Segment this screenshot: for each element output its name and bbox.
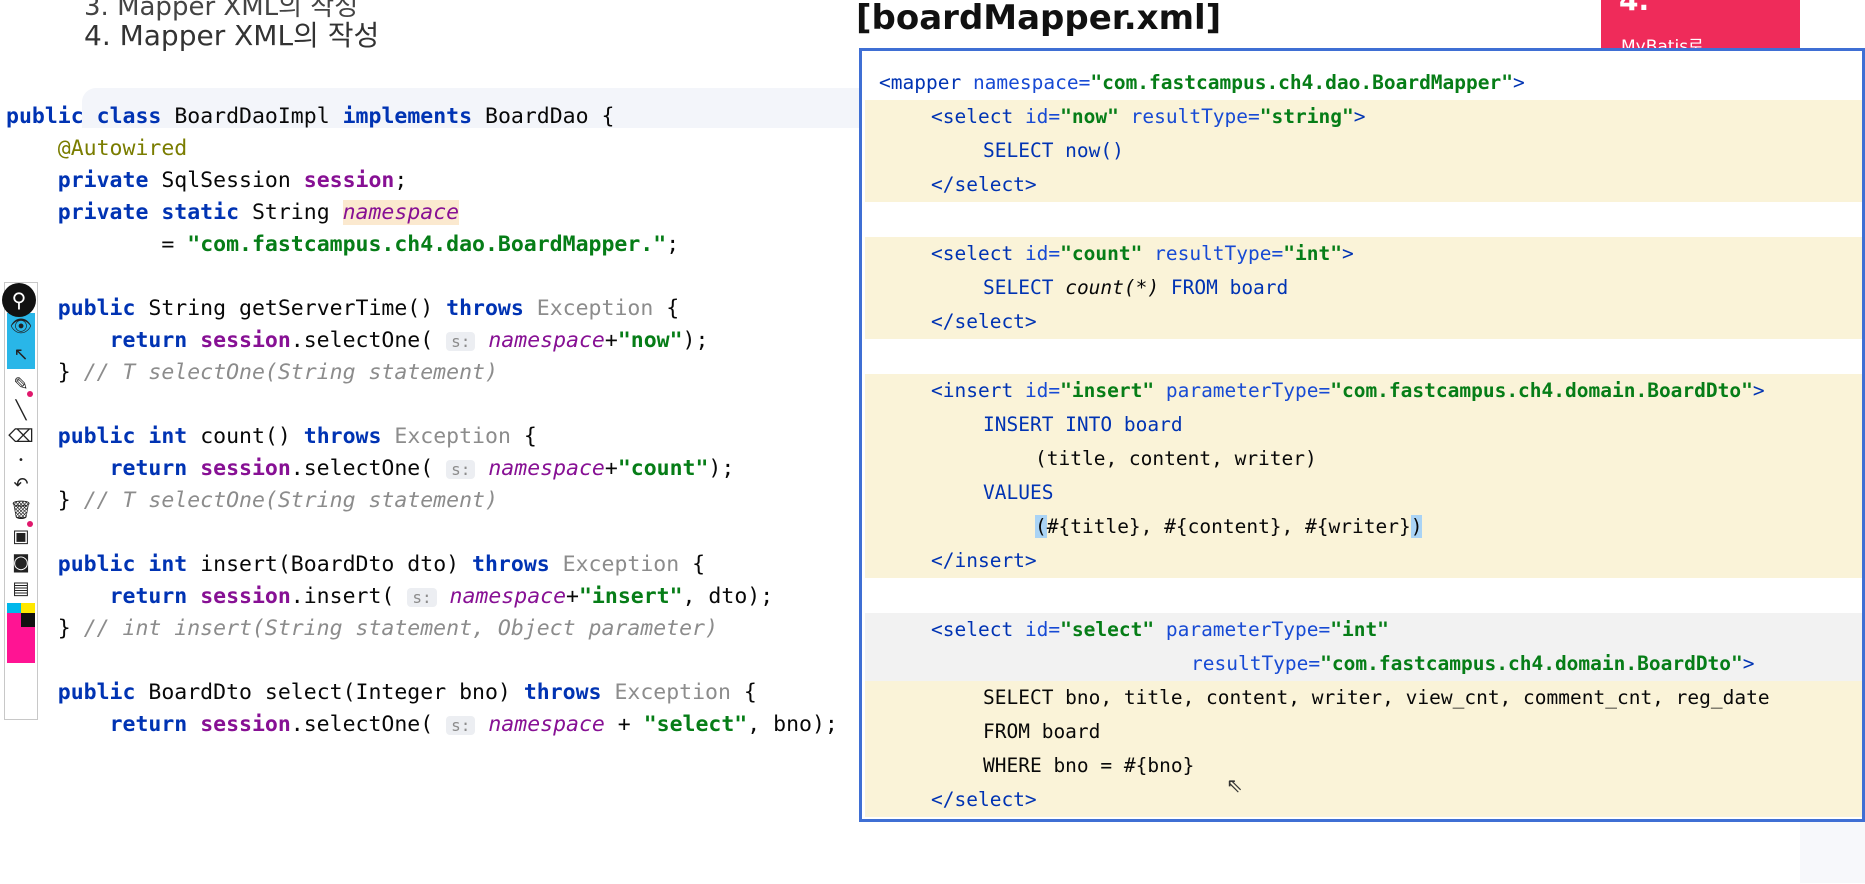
xml-line-insert-close: </insert> (931, 549, 1037, 572)
code-line-class-decl: public class BoardDaoImpl implements Boa… (6, 104, 615, 129)
xml-line-select-open: <select id="count" resultType="int"> (931, 242, 1354, 265)
code-line-namespace-field: private static String namespace (57, 200, 460, 225)
xml-line-sql: SELECT bno, title, content, writer, view… (983, 686, 1770, 709)
color-swatch-row2[interactable] (7, 613, 35, 627)
code-line-close: } // T selectOne(String statement) (57, 488, 498, 513)
color-swatch-row1[interactable] (7, 603, 35, 613)
xml-line-sql: WHERE bno = #{bno} (983, 754, 1195, 777)
badge-number: 4. (1619, 0, 1650, 17)
xml-line-select-close: </select> (931, 788, 1037, 811)
xml-file-title: [boardMapper.xml] (856, 0, 1222, 38)
xml-line-select-close: </select> (931, 173, 1037, 196)
undo-icon[interactable]: ↶ (7, 471, 35, 499)
code-line-autowired: @Autowired (57, 136, 188, 161)
xml-line-insert-open: <insert id="insert" parameterType="com.f… (931, 379, 1765, 402)
code-line-method-signature: public int insert(BoardDto dto) throws E… (57, 552, 706, 577)
clipboard-icon[interactable]: ▤ (7, 575, 35, 603)
annotation-toolbar: 👁 ↖ ✎ ╲ ⌫ • ↶ 🗑 ▣ ◙ ▤ (4, 282, 38, 720)
xml-line-select-close: </select> (931, 310, 1037, 333)
code-line-return: return session.selectOne( s: namespace+"… (109, 456, 735, 481)
xml-line-mapper-open: <mapper namespace="com.fastcampus.ch4.da… (879, 71, 1525, 94)
slide-heading: 4. Mapper XML의 작성 (84, 19, 380, 52)
xml-line-sql: (title, content, writer) (1035, 447, 1317, 470)
code-line-method-signature: public BoardDto select(Integer bno) thro… (57, 680, 757, 705)
code-line-method-signature: public int count() throws Exception { (57, 424, 537, 449)
xml-line-sql: VALUES (983, 481, 1054, 504)
highlight-band (865, 442, 1862, 476)
line-tool-icon[interactable]: ╲ (7, 397, 35, 425)
xml-line-sql: INSERT INTO board (983, 413, 1183, 436)
code-line-close: } // int insert(String statement, Object… (57, 616, 718, 641)
code-line-return: return session.selectOne( s: namespace +… (109, 712, 838, 737)
code-line-close: } // T selectOne(String statement) (57, 360, 498, 385)
pin-icon[interactable]: ⚲ (2, 283, 36, 317)
xml-line-sql: SELECT now() (983, 139, 1124, 162)
whiteboard-dot (27, 521, 33, 527)
mouse-cursor-icon: ⇖ (1226, 773, 1243, 797)
java-code-editor[interactable]: public class BoardDaoImpl implements Boa… (0, 104, 960, 884)
xml-code-panel[interactable]: <mapper namespace="com.fastcampus.ch4.da… (859, 48, 1865, 822)
code-line-method-signature: public String getServerTime() throws Exc… (57, 296, 680, 321)
code-line-session-field: private SqlSession session; (57, 168, 408, 193)
xml-line-select-open: <select id="select" parameterType="int" (931, 618, 1389, 641)
xml-line-sql: (#{title}, #{content}, #{writer}) (1035, 515, 1423, 538)
xml-line-select-open: <select id="now" resultType="string"> (931, 105, 1366, 128)
xml-line-sql: FROM board (983, 720, 1101, 743)
xml-line-sql: SELECT count(*) FROM board (983, 276, 1289, 299)
camera-icon[interactable]: ◙ (7, 549, 35, 577)
code-line-namespace-value: = "com.fastcampus.ch4.dao.BoardMapper."; (161, 232, 680, 257)
code-line-return: return session.selectOne( s: namespace+"… (109, 328, 709, 353)
xml-line-result-type: resultType="com.fastcampus.ch4.domain.Bo… (1191, 652, 1755, 675)
active-color-swatch[interactable] (7, 627, 35, 663)
code-line-return: return session.insert( s: namespace+"ins… (109, 584, 774, 609)
eye-icon[interactable]: 👁 (7, 313, 35, 341)
cursor-arrow-icon[interactable]: ↖ (7, 341, 35, 369)
whiteboard-icon[interactable]: ▣ (7, 523, 35, 551)
section-badge: 4. MyBatis로 (1601, 0, 1800, 57)
